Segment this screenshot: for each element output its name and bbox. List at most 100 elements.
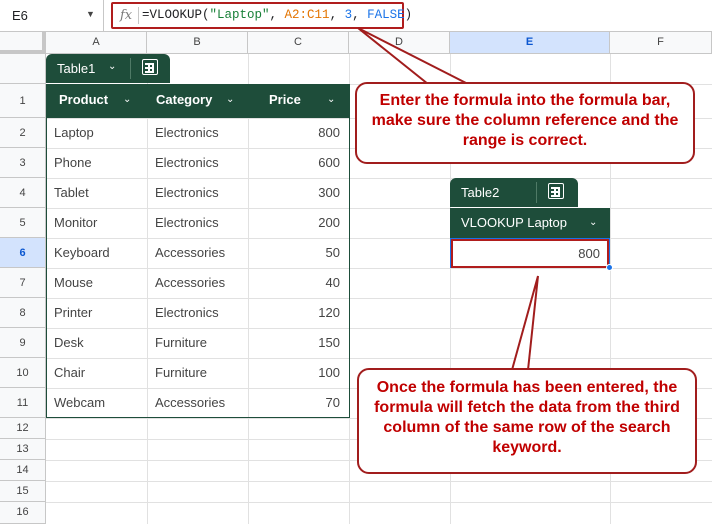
table-row: Laptop Electronics 800 <box>46 118 350 148</box>
table-row: Printer Electronics 120 <box>46 298 350 328</box>
table2-name: Table2 <box>461 185 500 200</box>
chevron-down-icon[interactable]: ▼ <box>86 9 95 19</box>
cell-product[interactable]: Tablet <box>54 178 89 208</box>
column-header-e[interactable]: E <box>450 32 610 54</box>
cell-category[interactable]: Accessories <box>155 388 225 418</box>
chevron-down-icon[interactable]: ⌄ <box>108 61 116 72</box>
column-header-b[interactable]: B <box>147 32 248 54</box>
row-header-14[interactable]: 14 <box>0 460 46 481</box>
cell-product[interactable]: Chair <box>54 358 85 388</box>
header-price[interactable]: Price <box>269 84 301 114</box>
row-header-5[interactable]: 5 <box>0 208 46 238</box>
cell-price[interactable]: 40 <box>326 268 340 298</box>
chevron-down-icon[interactable]: ⌄ <box>123 84 131 116</box>
cell-product[interactable]: Printer <box>54 298 92 328</box>
formula-separator: , <box>269 8 285 22</box>
row-header-16[interactable]: 16 <box>0 502 46 524</box>
cell-price[interactable]: 800 <box>318 118 340 148</box>
row-header-7[interactable]: 7 <box>0 268 46 298</box>
cell-product[interactable]: Monitor <box>54 208 97 238</box>
table2-tab[interactable]: Table2 <box>450 178 578 207</box>
tab-divider <box>130 58 131 79</box>
cell-price[interactable]: 100 <box>318 358 340 388</box>
callout-bottom-text: Once the formula has been entered, the f… <box>374 379 680 456</box>
cell-price[interactable]: 70 <box>326 388 340 418</box>
callout-top-text: Enter the formula into the formula bar, … <box>371 92 679 149</box>
cell-price[interactable]: 150 <box>318 328 340 358</box>
row-header-15[interactable]: 15 <box>0 481 46 502</box>
cell-category[interactable]: Electronics <box>155 298 219 328</box>
cell-product[interactable]: Webcam <box>54 388 105 418</box>
formula-input[interactable]: fx =VLOOKUP("Laptop", A2:C11, 3, FALSE) <box>111 2 412 29</box>
grid-line <box>46 481 712 482</box>
formula-separator: , <box>352 8 368 22</box>
row-header-9[interactable]: 9 <box>0 328 46 358</box>
column-header-d[interactable]: D <box>349 32 450 54</box>
cell-product[interactable]: Keyboard <box>54 238 110 268</box>
table-row: Webcam Accessories 70 <box>46 388 350 418</box>
row-header-3[interactable]: 3 <box>0 148 46 178</box>
row-header-6[interactable]: 6 <box>0 238 46 268</box>
row-header-11[interactable]: 11 <box>0 388 46 418</box>
grid-line <box>46 502 712 503</box>
row-header-spacer <box>0 54 46 84</box>
name-box-value: E6 <box>12 8 28 23</box>
cell-category[interactable]: Electronics <box>155 148 219 178</box>
name-box[interactable]: E6 ▼ <box>0 0 104 32</box>
cell-price[interactable]: 50 <box>326 238 340 268</box>
cell-category[interactable]: Accessories <box>155 268 225 298</box>
chevron-down-icon[interactable]: ⌄ <box>589 208 597 238</box>
chevron-down-icon[interactable]: ⌄ <box>327 84 335 116</box>
cell-price[interactable]: 300 <box>318 178 340 208</box>
formula-bar: E6 ▼ fx =VLOOKUP("Laptop", A2:C11, 3, FA… <box>0 0 712 32</box>
callout-bottom: Once the formula has been entered, the f… <box>357 368 697 474</box>
callout-pointer-bottom <box>510 275 539 371</box>
cell-category[interactable]: Accessories <box>155 238 225 268</box>
cell-product[interactable]: Desk <box>54 328 84 358</box>
fx-icon: fx <box>120 8 133 23</box>
table2-header: VLOOKUP Laptop ⌄ <box>450 208 610 238</box>
formula-separator: , <box>329 8 345 22</box>
cell-price[interactable]: 200 <box>318 208 340 238</box>
tab-divider <box>536 182 537 203</box>
chevron-down-icon[interactable]: ⌄ <box>226 84 234 116</box>
table1-name: Table1 <box>57 61 96 76</box>
table-row: Chair Furniture 100 <box>46 358 350 388</box>
cell-category[interactable]: Electronics <box>155 178 219 208</box>
formula-divider <box>138 7 139 24</box>
column-header-f[interactable]: F <box>610 32 712 54</box>
table1-tab[interactable]: Table1 ⌄ <box>46 54 170 83</box>
formula-index: 3 <box>344 8 353 22</box>
column-header-a[interactable]: A <box>46 32 147 54</box>
cell-category[interactable]: Electronics <box>155 118 219 148</box>
cell-product[interactable]: Phone <box>54 148 92 178</box>
column-headers: A B C D E F <box>0 32 712 54</box>
cell-category[interactable]: Furniture <box>155 328 207 358</box>
row-header-4[interactable]: 4 <box>0 178 46 208</box>
header-vlookup-laptop[interactable]: VLOOKUP Laptop <box>461 208 567 238</box>
cell-product[interactable]: Mouse <box>54 268 93 298</box>
cell-category[interactable]: Furniture <box>155 358 207 388</box>
cell-product[interactable]: Laptop <box>54 118 94 148</box>
callout-top: Enter the formula into the formula bar, … <box>355 82 695 164</box>
table-grid-icon[interactable] <box>142 59 158 75</box>
table-row: Mouse Accessories 40 <box>46 268 350 298</box>
cell-price[interactable]: 120 <box>318 298 340 328</box>
formula-text[interactable]: =VLOOKUP("Laptop", A2:C11, 3, FALSE) <box>142 8 412 22</box>
table-grid-icon[interactable] <box>548 183 564 199</box>
row-header-12[interactable]: 12 <box>0 418 46 439</box>
cell-category[interactable]: Electronics <box>155 208 219 238</box>
formula-function: =VLOOKUP( <box>142 8 210 22</box>
header-category[interactable]: Category <box>156 84 212 114</box>
table-row: Monitor Electronics 200 <box>46 208 350 238</box>
fill-handle[interactable] <box>606 264 613 271</box>
row-header-8[interactable]: 8 <box>0 298 46 328</box>
row-header-1[interactable]: 1 <box>0 84 46 118</box>
row-header-2[interactable]: 2 <box>0 118 46 148</box>
column-header-c[interactable]: C <box>248 32 349 54</box>
row-header-10[interactable]: 10 <box>0 358 46 388</box>
row-header-13[interactable]: 13 <box>0 439 46 460</box>
cell-price[interactable]: 600 <box>318 148 340 178</box>
header-product[interactable]: Product <box>59 84 108 114</box>
formula-range: A2:C11 <box>284 8 330 22</box>
